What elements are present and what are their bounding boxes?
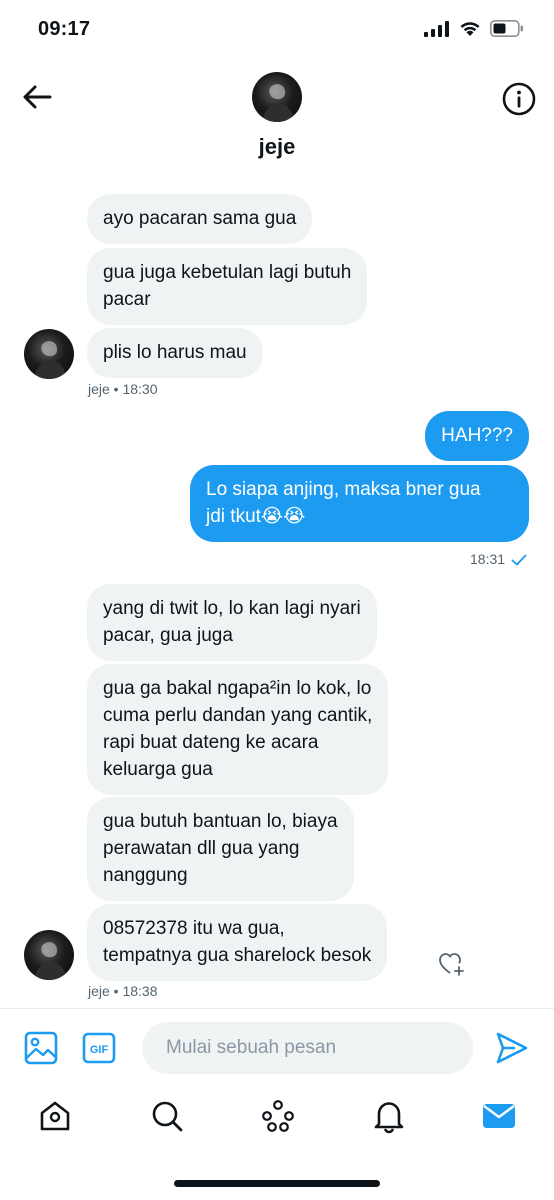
send-icon[interactable] <box>494 1030 530 1066</box>
home-indicator <box>174 1180 380 1187</box>
home-icon[interactable] <box>37 1098 73 1134</box>
heart-add-icon[interactable] <box>438 952 466 978</box>
incoming-message[interactable]: 08572378 itu wa gua, tempatnya gua share… <box>87 904 388 981</box>
search-icon[interactable] <box>149 1098 185 1134</box>
message-meta: jeje • 18:30 <box>88 381 158 397</box>
signal-icon <box>424 20 449 37</box>
incoming-message[interactable]: ayo pacaran sama gua <box>87 194 313 244</box>
incoming-message[interactable]: gua butuh bantuan lo, biaya perawatan dl… <box>87 797 354 901</box>
sender-avatar[interactable] <box>24 930 74 980</box>
conversation-avatar[interactable] <box>252 72 302 122</box>
info-icon[interactable] <box>502 82 536 116</box>
svg-text:GIF: GIF <box>90 1044 109 1056</box>
status-icons <box>424 20 524 37</box>
back-arrow-icon[interactable] <box>20 82 54 112</box>
incoming-message[interactable]: plis lo harus mau <box>87 328 263 378</box>
message-meta: jeje • 18:38 <box>88 983 158 999</box>
incoming-message[interactable]: gua ga bakal ngapa²in lo kok, lo cuma pe… <box>87 664 389 795</box>
incoming-message[interactable]: gua juga kebetulan lagi butuh pacar <box>87 248 368 325</box>
conversation-name[interactable]: jeje <box>0 134 554 160</box>
sent-check-icon <box>511 554 527 566</box>
incoming-message[interactable]: yang di twit lo, lo kan lagi nyari pacar… <box>87 584 377 661</box>
message-time: 18:31 <box>470 551 506 567</box>
message-input[interactable]: Mulai sebuah pesan <box>142 1022 473 1074</box>
sender-avatar[interactable] <box>24 329 74 379</box>
gif-icon[interactable]: GIF <box>82 1031 116 1065</box>
message-input-placeholder: Mulai sebuah pesan <box>166 1037 337 1058</box>
battery-icon <box>490 20 523 37</box>
divider <box>0 1008 554 1009</box>
wifi-icon <box>460 22 480 36</box>
notifications-icon[interactable] <box>371 1098 407 1134</box>
messages-icon[interactable] <box>481 1098 517 1134</box>
outgoing-message[interactable]: Lo siapa anjing, maksa bner gua jdi tkut… <box>190 465 529 542</box>
outgoing-message[interactable]: HAH??? <box>425 411 529 461</box>
spaces-icon[interactable] <box>260 1098 296 1134</box>
image-icon[interactable] <box>24 1031 58 1065</box>
status-time: 09:17 <box>38 18 91 40</box>
